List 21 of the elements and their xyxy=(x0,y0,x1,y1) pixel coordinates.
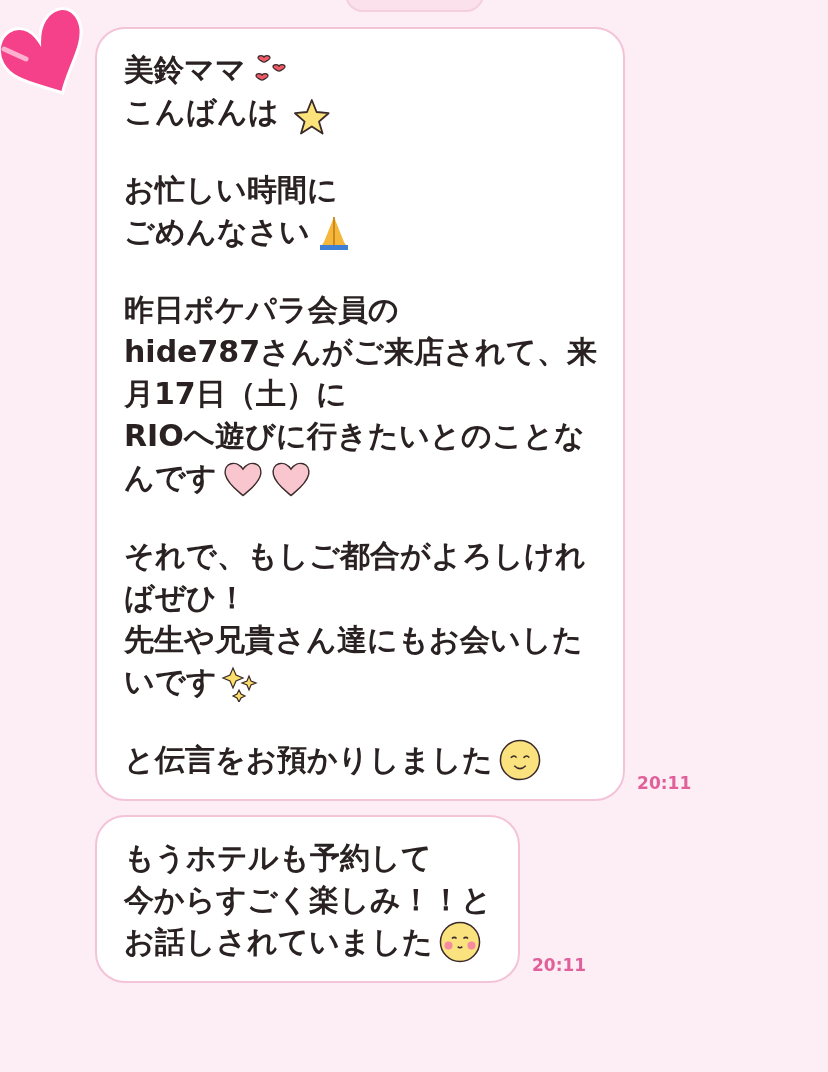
message-text: んです xyxy=(124,458,217,497)
message-text: と伝言をお預かりしました xyxy=(124,740,493,779)
message-time: 20:11 xyxy=(532,955,587,975)
message-text: いです xyxy=(124,662,217,701)
message-text: RIOへ遊びに行きたいとのことな xyxy=(124,416,585,455)
message-time: 20:11 xyxy=(637,773,692,793)
message-text: 月17日（土）に xyxy=(124,374,347,413)
message-text: お話しされていました xyxy=(124,922,433,961)
message-text: 今からすごく楽しみ！！と xyxy=(124,880,492,919)
message-text: ばぜひ！ xyxy=(124,578,247,617)
message-text: それで、もしご都合がよろしけれ xyxy=(124,536,586,575)
message-text: 昨日ポケパラ会員の xyxy=(124,290,399,329)
message-text: こんばんは xyxy=(124,92,279,131)
blushing-face-icon xyxy=(437,919,483,965)
message-text: 先生や兄貴さん達にもお会いした xyxy=(124,620,583,659)
message-text: お忙しい時間に xyxy=(124,170,338,209)
message-text: 美鈴ママ xyxy=(124,50,246,89)
message-text: もうホテルも予約して xyxy=(124,838,432,877)
message-text: ごめんなさい xyxy=(124,212,310,251)
smiley-face-icon xyxy=(497,737,543,783)
message-text: hide787さんがご来店されて、来 xyxy=(124,332,598,371)
